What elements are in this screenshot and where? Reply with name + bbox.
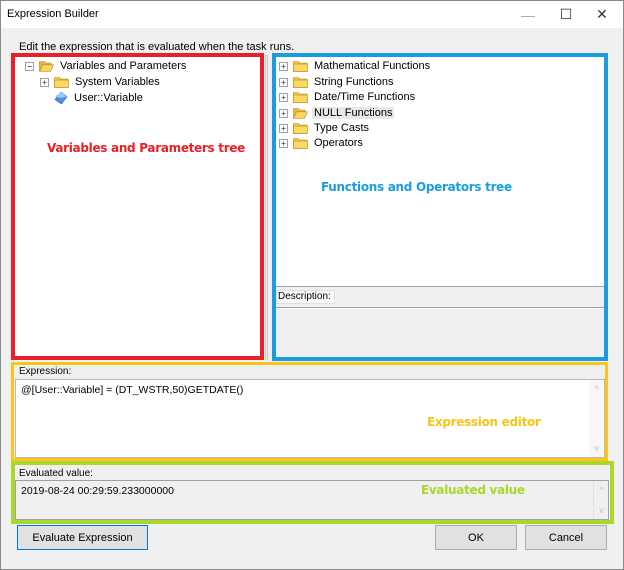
instruction-text: Edit the expression that is evaluated wh…: [19, 41, 295, 53]
tree-node-label: String Functions: [314, 76, 394, 88]
annotation-expression-editor: Expression editor: [427, 415, 541, 429]
cancel-button[interactable]: Cancel: [525, 525, 607, 550]
evaluated-value-text: 2019-08-24 00:29:59.233000000: [21, 485, 174, 497]
description-label: Description:: [276, 290, 335, 304]
evaluated-value-label: Evaluated value:: [19, 468, 93, 479]
tree-node-string-functions[interactable]: + String Functions: [279, 74, 395, 90]
expand-icon[interactable]: +: [279, 123, 288, 133]
folder-icon: [293, 91, 308, 103]
evaluated-scrollbar[interactable]: ^ v: [593, 481, 608, 519]
folder-open-icon: [39, 60, 54, 72]
expand-icon[interactable]: +: [279, 108, 288, 118]
expression-text: @[User::Variable] = (DT_WSTR,50)GETDATE(…: [21, 384, 244, 396]
collapse-icon[interactable]: −: [25, 61, 34, 71]
expand-icon[interactable]: +: [40, 77, 49, 87]
evaluate-expression-button[interactable]: Evaluate Expression: [17, 525, 148, 550]
tree-node-label: NULL Functions: [312, 107, 395, 119]
scroll-up-icon[interactable]: ^: [594, 483, 609, 497]
folder-icon: [293, 60, 308, 72]
tree-node-label: Date/Time Functions: [314, 91, 416, 103]
functions-tree[interactable]: + Mathematical Functions + String Functi…: [276, 57, 604, 286]
variable-icon: [54, 91, 68, 105]
tree-node-mathematical-functions[interactable]: + Mathematical Functions: [279, 58, 432, 74]
tree-node-operators[interactable]: + Operators: [279, 135, 365, 151]
tree-node-label: Variables and Parameters: [60, 60, 187, 72]
expand-icon[interactable]: +: [279, 92, 288, 102]
minimize-button[interactable]: —: [511, 1, 545, 28]
annotation-functions-tree: Functions and Operators tree: [321, 180, 512, 194]
tree-node-label: Operators: [314, 137, 363, 149]
ok-button[interactable]: OK: [435, 525, 517, 550]
tree-node-datetime-functions[interactable]: + Date/Time Functions: [279, 89, 417, 105]
expression-label: Expression:: [19, 366, 72, 377]
tree-node-system-variables[interactable]: + System Variables: [40, 74, 162, 90]
tree-node-label: Type Casts: [314, 122, 370, 134]
folder-icon: [54, 76, 69, 88]
annotation-variables-tree: Variables and Parameters tree: [47, 141, 246, 155]
scroll-down-icon[interactable]: v: [594, 503, 609, 517]
scroll-up-icon[interactable]: ^: [589, 382, 604, 396]
tree-splitter[interactable]: [265, 55, 268, 360]
tree-node-variables-and-parameters[interactable]: − Variables and Parameters: [25, 58, 188, 74]
expand-icon[interactable]: +: [279, 61, 288, 71]
tree-node-label: System Variables: [75, 76, 160, 88]
description-panel: Description:: [276, 286, 604, 357]
tree-node-type-casts[interactable]: + Type Casts: [279, 120, 371, 136]
scroll-down-icon[interactable]: v: [589, 441, 604, 455]
title-bar: Expression Builder — ☐ ✕: [1, 1, 623, 28]
tree-node-user-variable[interactable]: User::Variable: [54, 90, 145, 106]
folder-icon: [293, 122, 308, 134]
tree-node-label: User::Variable: [74, 92, 143, 104]
expression-scrollbar[interactable]: ^ v: [589, 380, 604, 457]
annotation-evaluated-value: Evaluated value: [421, 483, 525, 497]
tree-node-label: Mathematical Functions: [314, 60, 431, 72]
expand-icon[interactable]: +: [279, 77, 288, 87]
close-button[interactable]: ✕: [585, 1, 619, 28]
folder-open-icon: [293, 107, 308, 119]
expand-icon[interactable]: +: [279, 138, 288, 148]
folder-icon: [293, 76, 308, 88]
maximize-button[interactable]: ☐: [549, 1, 583, 28]
window-title: Expression Builder: [7, 8, 99, 20]
variables-tree[interactable]: − Variables and Parameters + System Vari…: [15, 57, 260, 356]
description-separator[interactable]: [276, 307, 604, 309]
folder-icon: [293, 137, 308, 149]
tree-node-null-functions[interactable]: + NULL Functions: [279, 105, 395, 121]
